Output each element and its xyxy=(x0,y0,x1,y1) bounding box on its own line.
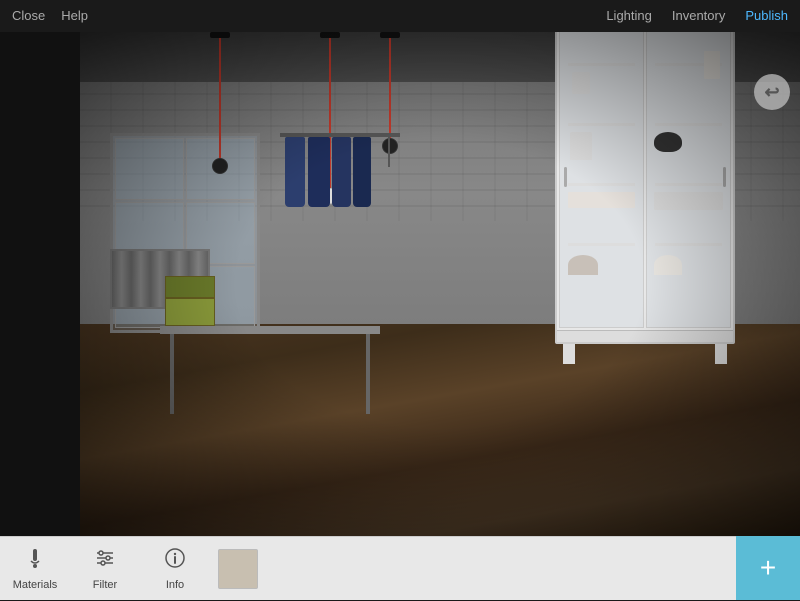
lighting-nav-item[interactable]: Lighting xyxy=(606,0,652,32)
help-nav-item[interactable]: Help xyxy=(61,0,88,32)
add-button[interactable]: + xyxy=(736,536,800,600)
info-icon xyxy=(164,547,186,575)
material-swatch[interactable] xyxy=(218,549,258,589)
plus-icon: + xyxy=(760,554,776,582)
filter-toolbar-item[interactable]: Filter xyxy=(70,537,140,601)
materials-icon xyxy=(24,547,46,575)
swatch-area xyxy=(218,549,258,589)
publish-nav-item[interactable]: Publish xyxy=(745,0,788,32)
back-button[interactable]: ↩ xyxy=(754,74,790,110)
nav-right-group: Lighting Inventory Publish xyxy=(606,0,788,32)
materials-label: Materials xyxy=(13,579,58,591)
filter-label: Filter xyxy=(93,579,117,591)
left-sidebar xyxy=(0,32,80,536)
info-toolbar-item[interactable]: Info xyxy=(140,537,210,601)
inventory-nav-item[interactable]: Inventory xyxy=(672,0,725,32)
close-nav-item[interactable]: Close xyxy=(12,0,45,32)
top-navigation: Close Help Lighting Inventory Publish xyxy=(0,0,800,32)
info-label: Info xyxy=(166,579,184,591)
bottom-toolbar: Materials Filter Info xyxy=(0,536,800,600)
main-viewport: ↩ xyxy=(80,32,800,536)
materials-toolbar-item[interactable]: Materials xyxy=(0,537,70,601)
back-icon: ↩ xyxy=(764,82,779,103)
filter-icon xyxy=(94,547,116,575)
vignette-overlay xyxy=(80,32,800,536)
nav-left-group: Close Help xyxy=(12,0,88,32)
